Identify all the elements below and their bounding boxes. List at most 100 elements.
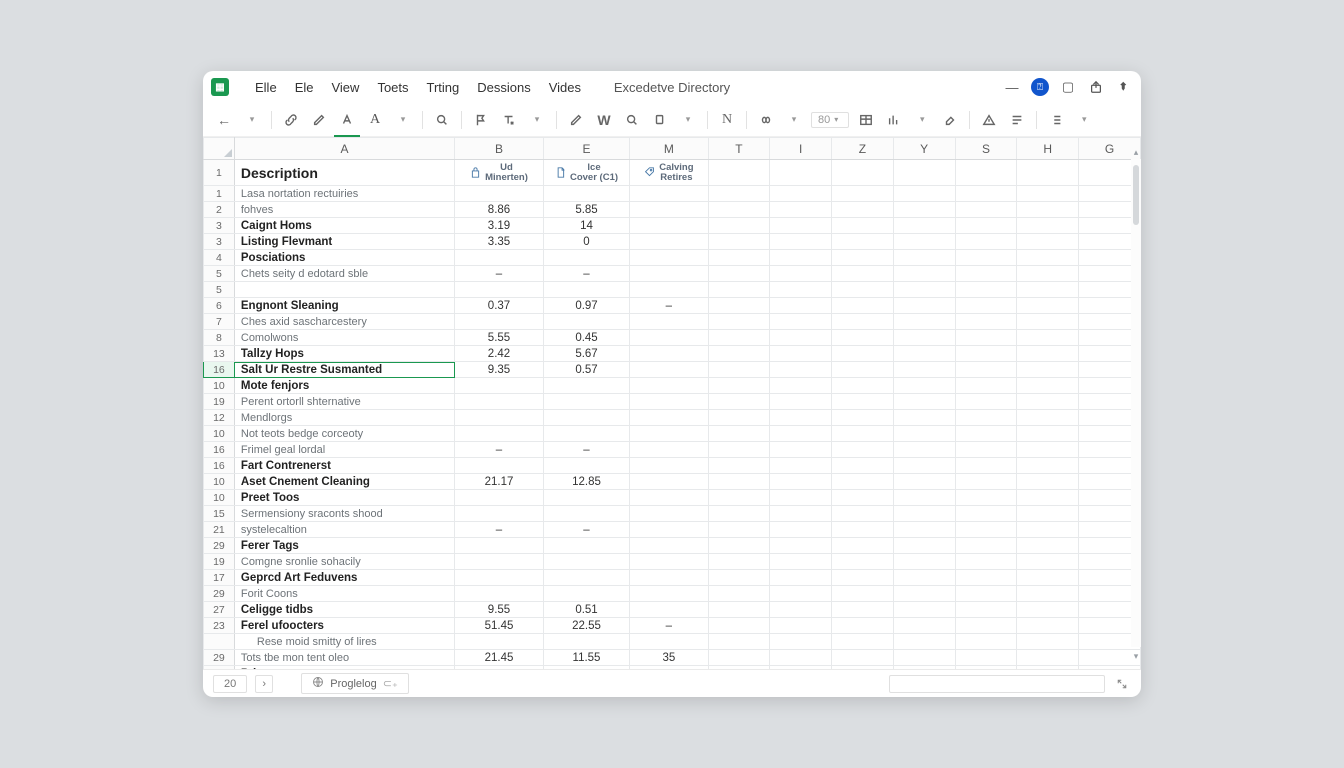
cell-empty[interactable] (955, 618, 1017, 634)
cell-empty[interactable] (1079, 666, 1141, 670)
flag-icon[interactable] (470, 109, 492, 131)
cell-empty[interactable] (708, 522, 770, 538)
cell-empty[interactable] (893, 458, 955, 474)
cell-M[interactable] (630, 522, 708, 538)
cell-empty[interactable] (955, 186, 1017, 202)
row-header[interactable]: 5 (204, 282, 235, 298)
cell-empty[interactable] (955, 362, 1017, 378)
col-E[interactable]: E (543, 138, 629, 160)
cell-empty[interactable] (1017, 474, 1079, 490)
cell-empty[interactable] (832, 394, 894, 410)
cell-B[interactable] (455, 506, 544, 522)
cell-A[interactable]: Lasa nortation rectuiries (234, 186, 454, 202)
cell-empty[interactable] (708, 250, 770, 266)
cell-empty[interactable] (770, 442, 832, 458)
cell-B[interactable]: 21.45 (455, 650, 544, 666)
cell-empty[interactable] (893, 266, 955, 282)
cell-empty[interactable] (708, 282, 770, 298)
cell-E[interactable]: – (543, 442, 629, 458)
small-dropdown-icon[interactable]: ▾ (526, 109, 548, 131)
cell-empty[interactable] (708, 474, 770, 490)
cell-empty[interactable] (893, 282, 955, 298)
cell-E[interactable]: 22.55 (543, 618, 629, 634)
cell-B[interactable] (455, 634, 544, 650)
cell-empty[interactable] (893, 442, 955, 458)
zoom-icon[interactable] (621, 109, 643, 131)
cell-B[interactable] (455, 570, 544, 586)
cell-A[interactable]: Aset Cnement Cleaning (234, 474, 454, 490)
cell-M[interactable] (630, 586, 708, 602)
cell-empty[interactable] (770, 522, 832, 538)
col-G[interactable]: G (1079, 138, 1141, 160)
cell-E[interactable]: 0.45 (543, 330, 629, 346)
cell-empty[interactable] (832, 602, 894, 618)
cell-empty[interactable] (770, 538, 832, 554)
cell-empty[interactable] (770, 234, 832, 250)
cell-empty[interactable] (1017, 426, 1079, 442)
cell-A[interactable]: fohves (234, 202, 454, 218)
cell-M[interactable] (630, 538, 708, 554)
cell-empty[interactable] (1017, 506, 1079, 522)
cell-A[interactable]: Mendlorgs (234, 410, 454, 426)
cell-E[interactable] (543, 394, 629, 410)
cell-E[interactable] (543, 538, 629, 554)
cell-A[interactable]: Comolwons (234, 330, 454, 346)
cell-A[interactable]: Salt Ur Restre Susmanted (234, 362, 454, 378)
row-header[interactable]: 16 (204, 442, 235, 458)
row-header[interactable]: 1 (204, 186, 235, 202)
row-header[interactable]: 16 (204, 362, 235, 378)
cell-empty[interactable] (893, 602, 955, 618)
align-icon[interactable] (1006, 109, 1028, 131)
cell-empty[interactable] (708, 330, 770, 346)
back-icon[interactable]: ← (213, 109, 235, 131)
cell-empty[interactable] (955, 634, 1017, 650)
cell-A[interactable]: Forit Coons (234, 586, 454, 602)
cell-A[interactable]: Tallzy Hops (234, 346, 454, 362)
table-icon[interactable] (855, 109, 877, 131)
cell-empty[interactable] (832, 202, 894, 218)
row-header[interactable]: 29 (204, 666, 235, 670)
cell-empty[interactable] (893, 538, 955, 554)
cell-E[interactable]: 0.97 (543, 298, 629, 314)
cell-empty[interactable] (770, 266, 832, 282)
cell-empty[interactable] (770, 250, 832, 266)
cell-M[interactable] (630, 330, 708, 346)
col-A[interactable]: A (234, 138, 454, 160)
menu-trting[interactable]: Trting (419, 76, 468, 99)
cell-B[interactable] (455, 554, 544, 570)
cell-empty[interactable] (708, 426, 770, 442)
eraser-icon[interactable] (939, 109, 961, 131)
cell-empty[interactable] (955, 538, 1017, 554)
cell-empty[interactable] (708, 650, 770, 666)
menu-vides[interactable]: Vides (541, 76, 589, 99)
cell-empty[interactable] (770, 506, 832, 522)
next-page-button[interactable]: › (255, 675, 273, 693)
col-Z[interactable]: Z (832, 138, 894, 160)
cell-A[interactable]: Comgne sronlie sohacily (234, 554, 454, 570)
pencil-icon[interactable] (565, 109, 587, 131)
cell-empty[interactable] (893, 186, 955, 202)
cell-empty[interactable] (770, 586, 832, 602)
cell-empty[interactable] (770, 394, 832, 410)
list-dropdown-icon[interactable]: ▾ (1073, 109, 1095, 131)
scroll-up-icon[interactable]: ▴ (1133, 147, 1139, 155)
cell-M[interactable] (630, 394, 708, 410)
col-Y[interactable]: Y (893, 138, 955, 160)
cell-M[interactable] (630, 266, 708, 282)
row-header[interactable]: 19 (204, 394, 235, 410)
font-icon[interactable]: A (364, 109, 386, 131)
maximize-icon[interactable]: ▢ (1059, 78, 1077, 96)
cell-empty[interactable] (832, 362, 894, 378)
cell-empty[interactable] (955, 570, 1017, 586)
cell-empty[interactable] (955, 234, 1017, 250)
cell-E[interactable]: 14 (543, 218, 629, 234)
cell-B[interactable]: – (455, 522, 544, 538)
cell-A[interactable]: Fart Contrenerst (234, 458, 454, 474)
row-header[interactable]: 5 (204, 266, 235, 282)
cell-E[interactable]: 11.55 (543, 650, 629, 666)
cell-A[interactable] (234, 282, 454, 298)
sheet-tab[interactable]: Proglelog ⊂₊ (301, 673, 409, 694)
cell-E[interactable] (543, 570, 629, 586)
col-S[interactable]: S (955, 138, 1017, 160)
cell-empty[interactable] (1017, 650, 1079, 666)
